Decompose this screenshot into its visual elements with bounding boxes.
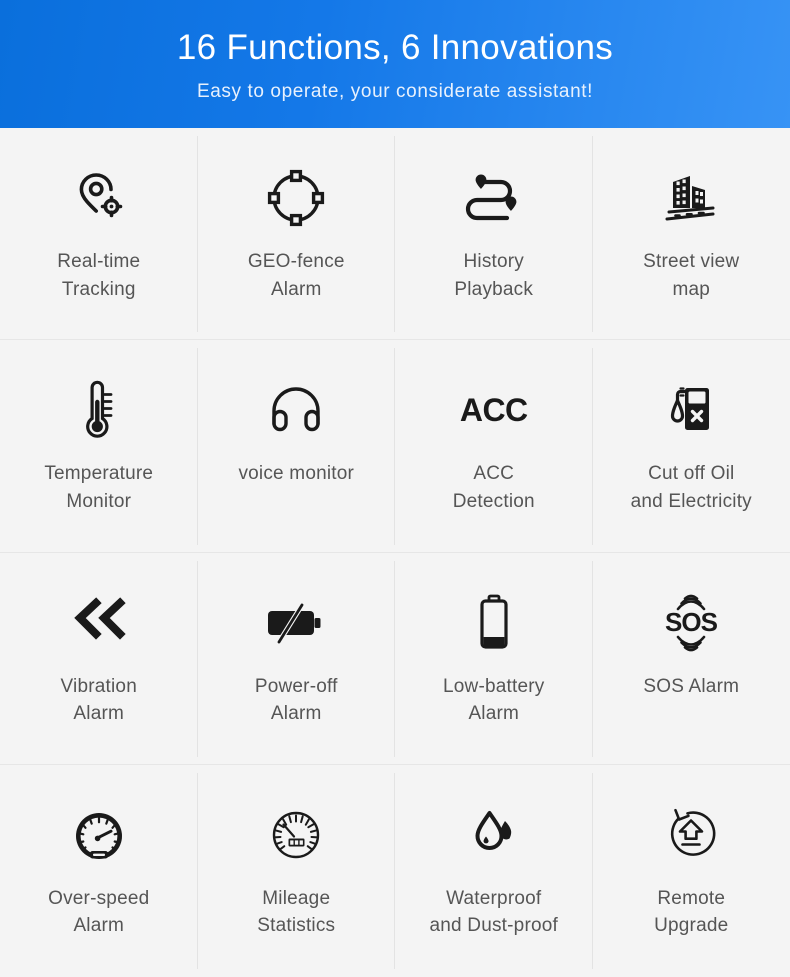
feature-cell-history-playback[interactable]: History Playback <box>395 128 593 341</box>
feature-cell-mileage-statistics[interactable]: Mileage Statistics <box>197 764 395 977</box>
route-path-icon <box>461 162 527 234</box>
feature-grid-page: 16 Functions, 6 Innovations Easy to oper… <box>0 0 790 977</box>
acc-text-icon: ACC <box>460 374 528 446</box>
feature-label: Remote Upgrade <box>654 887 729 937</box>
features-grid: Real-time Tracking GEO-fence Alarm Histo… <box>0 128 790 977</box>
feature-cell-over-speed-alarm[interactable]: Over-speed Alarm <box>0 764 198 977</box>
feature-cell-geo-fence-alarm[interactable]: GEO-fence Alarm <box>197 128 395 341</box>
acc-text-glyph: ACC <box>459 392 528 429</box>
feature-cell-voice-monitor[interactable]: voice monitor <box>197 340 395 553</box>
fuel-pump-cross-icon <box>663 374 719 446</box>
geo-fence-circle-icon <box>265 162 327 234</box>
odometer-icon <box>266 799 326 871</box>
sos-waves-icon: SOS <box>656 587 726 659</box>
feature-label: History Playback <box>454 251 534 300</box>
street-buildings-icon <box>658 162 724 234</box>
feature-cell-real-time-tracking[interactable]: Real-time Tracking <box>0 128 198 341</box>
speedometer-icon <box>68 799 130 871</box>
battery-slash-icon <box>262 587 330 659</box>
feature-label: Real-time Tracking <box>57 251 141 300</box>
location-pin-target-icon <box>67 162 131 234</box>
remote-upgrade-icon <box>661 799 721 871</box>
feature-cell-waterproof-dustproof[interactable]: Waterproof and Dust-proof <box>395 764 593 977</box>
feature-label: GEO-fence Alarm <box>247 251 345 300</box>
feature-label: Street view map <box>643 251 740 300</box>
feature-label: Vibration Alarm <box>60 675 137 725</box>
low-battery-icon <box>473 587 515 659</box>
feature-cell-power-off-alarm[interactable]: Power-off Alarm <box>197 552 395 766</box>
feature-cell-acc-detection[interactable]: ACC ACC Detection <box>395 340 593 553</box>
feature-cell-cut-off-oil[interactable]: Cut off Oil and Electricity <box>592 340 790 553</box>
feature-label: Low-battery Alarm <box>443 675 545 725</box>
feature-cell-remote-upgrade[interactable]: Remote Upgrade <box>592 764 790 977</box>
feature-label: Mileage Statistics <box>257 887 336 937</box>
feature-cell-vibration-alarm[interactable]: Vibration Alarm <box>0 552 198 766</box>
vibration-chevrons-icon <box>68 587 130 659</box>
page-title: 16 Functions, 6 Innovations <box>176 27 614 67</box>
feature-cell-sos-alarm[interactable]: SOS SOS Alarm <box>592 552 790 766</box>
feature-cell-low-battery-alarm[interactable]: Low-battery Alarm <box>395 552 593 766</box>
svg-text:SOS: SOS <box>665 607 718 637</box>
water-droplets-icon <box>464 799 524 871</box>
feature-label: Temperature Monitor <box>44 463 154 512</box>
feature-label: ACC Detection <box>452 463 535 512</box>
feature-label: Waterproof and Dust-proof <box>429 887 558 937</box>
page-header: 16 Functions, 6 Innovations Easy to oper… <box>0 0 790 128</box>
feature-cell-temperature-monitor[interactable]: Temperature Monitor <box>0 340 198 553</box>
feature-label: Over-speed Alarm <box>48 887 150 937</box>
feature-cell-street-view-map[interactable]: Street view map <box>592 128 790 341</box>
thermometer-icon <box>75 374 123 446</box>
headphones-icon <box>264 374 328 446</box>
page-subtitle: Easy to operate, your considerate assist… <box>196 81 594 103</box>
feature-label: SOS Alarm <box>643 675 740 697</box>
feature-label: Power-off Alarm <box>254 675 338 725</box>
feature-label: voice monitor <box>238 463 355 485</box>
feature-label: Cut off Oil and Electricity <box>630 463 752 512</box>
